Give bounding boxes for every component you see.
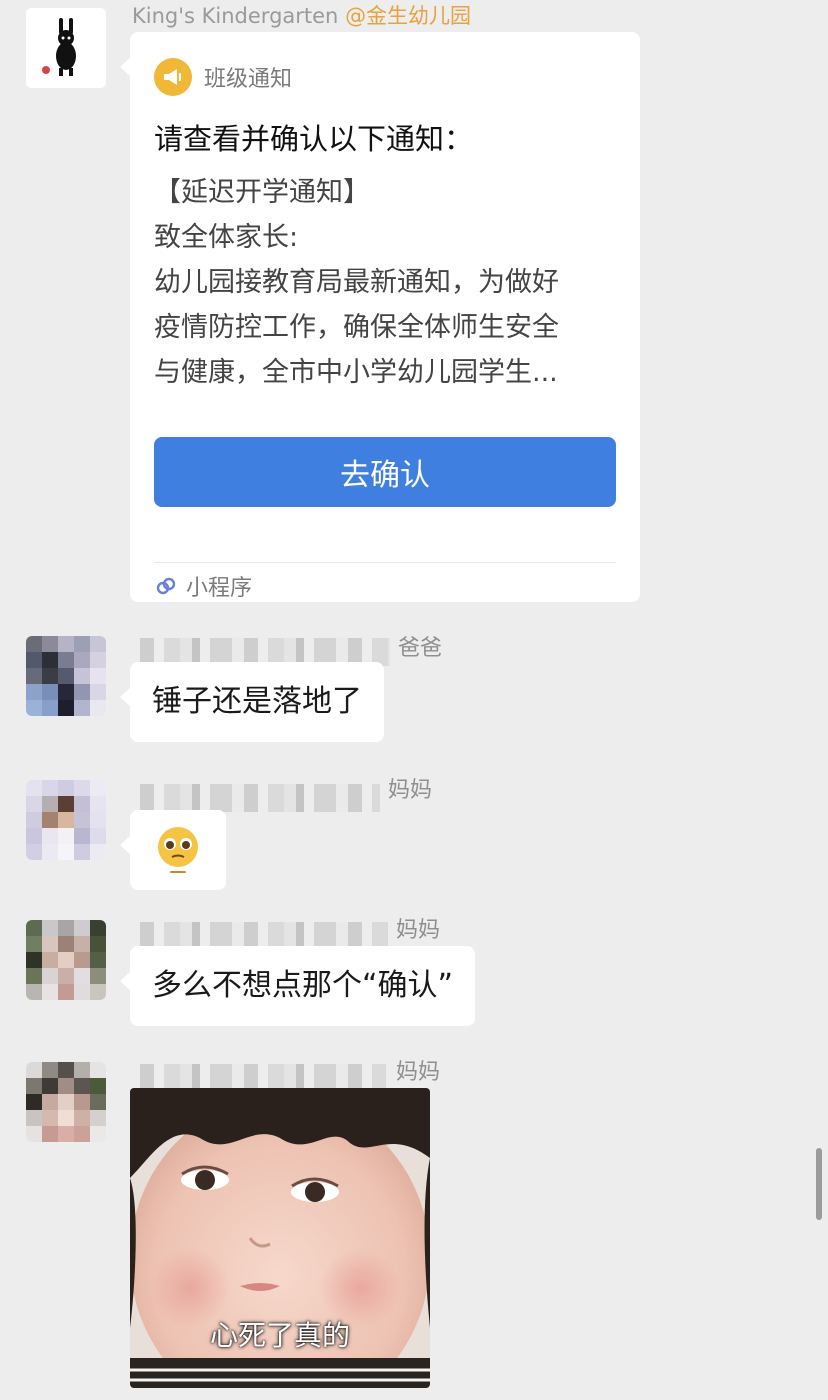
sender-role: 妈妈 — [388, 778, 433, 803]
card-body-line: 【延迟开学通知】 — [154, 177, 370, 208]
card-header: 班级通知 — [154, 58, 292, 96]
emoji-bubble[interactable] — [120, 810, 226, 890]
card-body: 【延迟开学通知】 致全体家长: 幼儿园接教育局最新通知，为做好 疫情防控工作，确… — [154, 170, 624, 395]
scrollbar[interactable] — [816, 1148, 822, 1220]
card-footer: 小程序 — [154, 570, 252, 602]
chat-bubble[interactable]: 多么不想点那个“确认” — [119, 946, 476, 1026]
sender-role: 爸爸 — [398, 636, 443, 661]
card-body-line: 与健康，全市中小学幼儿园学生... — [154, 357, 558, 388]
sender-org-mention[interactable]: @金生幼儿园 — [345, 4, 471, 28]
message-kindergarten: King's Kindergarten @金生幼儿园 班级通知 请查看并确认以下… — [0, 0, 828, 610]
card-app-name: 班级通知 — [204, 67, 293, 92]
mini-program-icon — [156, 577, 176, 595]
user-avatar[interactable] — [26, 636, 106, 716]
meme-image[interactable]: 心死了真的 — [130, 1088, 430, 1388]
card-body-line: 疫情防控工作，确保全体师生安全 — [154, 312, 559, 343]
card-body-line: 致全体家长: — [154, 222, 299, 253]
pleading-face-emoji — [158, 827, 198, 873]
sender-name-row: King's Kindergarten @金生幼儿园 — [132, 0, 471, 30]
chat-bubble[interactable]: 锤子还是落地了 — [120, 662, 384, 742]
sender-role: 妈妈 — [396, 918, 441, 943]
message-mom-emoji: 妈妈 — [0, 766, 828, 896]
sender-name: King's Kindergarten — [132, 4, 339, 28]
confirm-button[interactable]: 去确认 — [154, 437, 616, 507]
sender-role: 妈妈 — [396, 1060, 441, 1085]
message-dad: 爸爸 锤子还是落地了 — [0, 622, 828, 752]
card-title: 请查看并确认以下通知： — [154, 122, 474, 156]
card-divider — [154, 562, 616, 563]
mini-program-card[interactable]: 班级通知 请查看并确认以下通知： 【延迟开学通知】 致全体家长: 幼儿园接教育局… — [120, 32, 640, 602]
message-mom-text: 妈妈 多么不想点那个“确认” — [0, 906, 828, 1036]
kindergarten-avatar[interactable] — [26, 8, 106, 88]
user-avatar[interactable] — [26, 780, 106, 860]
user-avatar[interactable] — [26, 1062, 106, 1142]
blurred-name — [140, 784, 380, 812]
user-avatar[interactable] — [26, 920, 106, 1000]
image-caption: 心死了真的 — [209, 1319, 350, 1352]
card-footer-label: 小程序 — [186, 576, 253, 601]
card-body-line: 幼儿园接教育局最新通知，为做好 — [154, 267, 559, 298]
rabbit-logo-icon — [26, 8, 106, 88]
megaphone-icon — [154, 58, 192, 96]
